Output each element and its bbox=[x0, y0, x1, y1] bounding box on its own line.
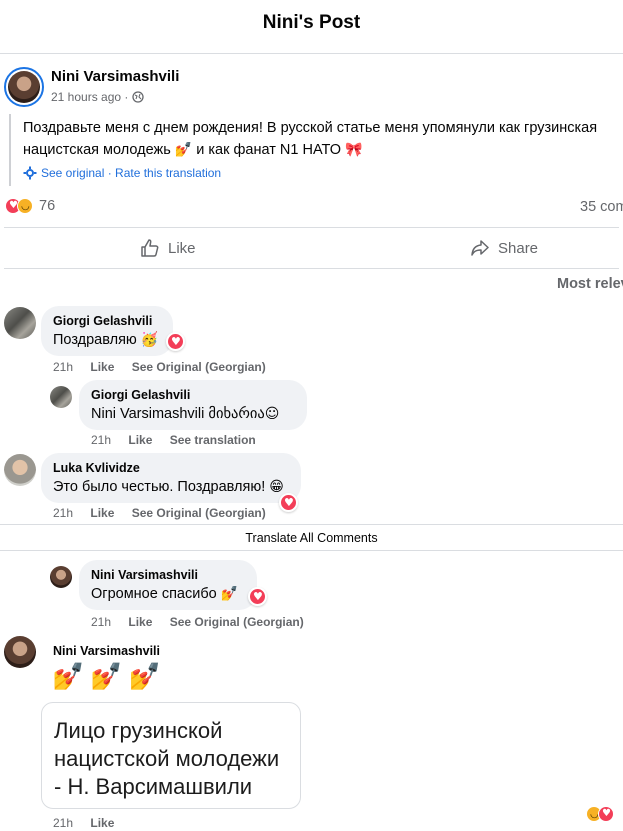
comment-author[interactable]: Giorgi Gelashvili bbox=[53, 314, 161, 328]
post-meta: 21 hours ago · bbox=[51, 90, 145, 104]
share-button[interactable]: Share bbox=[470, 238, 538, 258]
page-title: Nini's Post bbox=[262, 12, 361, 33]
comment-avatar[interactable] bbox=[4, 636, 36, 668]
comment-reactions[interactable] bbox=[586, 806, 614, 822]
grinning-emoji: 😁 bbox=[269, 479, 284, 495]
reaction-summary[interactable]: 76 bbox=[5, 198, 55, 214]
header-divider bbox=[0, 53, 623, 54]
comment-time[interactable]: 21h bbox=[53, 360, 73, 374]
image-text-line-3: - Н. Варсимашвили bbox=[54, 774, 253, 799]
see-original-link[interactable]: See Original (Georgian) bbox=[132, 506, 266, 520]
party-face-emoji: 🥳 bbox=[140, 332, 159, 348]
ribbon-emoji: 🎀 bbox=[345, 142, 363, 158]
see-original-link[interactable]: See Original (Georgian) bbox=[132, 360, 266, 374]
comment-author[interactable]: Luka Kvlividze bbox=[53, 461, 289, 475]
share-arrow-icon bbox=[471, 240, 489, 256]
comment-text: Поздравляю 🥳 bbox=[53, 332, 159, 348]
avatar-image bbox=[8, 71, 40, 103]
comment-count[interactable]: 35 com bbox=[580, 199, 623, 215]
comment-avatar[interactable] bbox=[4, 454, 36, 486]
nail-polish-emoji: 💅 bbox=[174, 142, 193, 158]
comment-time[interactable]: 21h bbox=[91, 615, 111, 629]
smiling-emoji: ☺ bbox=[264, 406, 280, 422]
like-label: Like bbox=[168, 239, 196, 257]
comment-author[interactable]: Giorgi Gelashvili bbox=[91, 388, 295, 402]
comment-time[interactable]: 21h bbox=[53, 816, 73, 830]
comment-time[interactable]: 21h bbox=[91, 433, 111, 447]
comment-text: Nini Varsimashvili მიხარია☺ bbox=[91, 406, 280, 422]
nail-polish-emoji: 💅 bbox=[220, 586, 239, 602]
comment-like-link[interactable]: Like bbox=[90, 816, 114, 830]
post-author-name[interactable]: Nini Varsimashvili bbox=[51, 68, 179, 85]
comment-avatar[interactable] bbox=[4, 307, 36, 339]
comment-like-link[interactable]: Like bbox=[128, 615, 152, 629]
post-text-line-1: Поздравьте меня с днем рождения! В русск… bbox=[23, 120, 598, 136]
translate-divider-top bbox=[0, 524, 623, 525]
heart-reaction-icon[interactable] bbox=[279, 493, 298, 512]
translation-bar bbox=[9, 114, 11, 186]
comment-author[interactable]: Nini Varsimashvili bbox=[53, 644, 160, 658]
like-thumb-icon bbox=[141, 239, 159, 257]
reply-bubble: Giorgi Gelashvili Nini Varsimashvili მიხ… bbox=[79, 380, 307, 430]
nail-polish-emojis: 💅💅💅 bbox=[52, 662, 168, 692]
share-label: Share bbox=[498, 239, 539, 257]
heart-reaction-icon[interactable] bbox=[248, 587, 267, 606]
reaction-count: 76 bbox=[39, 198, 56, 214]
author-avatar[interactable] bbox=[4, 67, 44, 107]
heart-reaction-icon bbox=[598, 806, 614, 822]
comment-actions: 21h Like bbox=[53, 816, 128, 830]
comment-like-link[interactable]: Like bbox=[128, 433, 152, 447]
translate-all-button[interactable]: Translate All Comments bbox=[0, 531, 623, 545]
like-button[interactable]: Like bbox=[140, 238, 196, 258]
actions-divider-top bbox=[4, 227, 619, 228]
actions-divider-bottom bbox=[4, 268, 619, 269]
translation-links: See original · Rate this translation bbox=[23, 166, 221, 180]
comment-author[interactable]: Nini Varsimashvili bbox=[91, 568, 245, 582]
haha-reaction-icon bbox=[17, 198, 33, 214]
comment-actions: 21h Like See translation bbox=[91, 433, 270, 447]
post-time[interactable]: 21 hours ago · bbox=[51, 90, 128, 104]
see-translation-link[interactable]: See translation bbox=[170, 433, 256, 447]
reply-bubble: Nini Varsimashvili Огромное спасибо 💅 bbox=[79, 560, 257, 610]
comment-bubble: Giorgi Gelashvili Поздравляю 🥳 bbox=[41, 306, 173, 356]
reply-avatar[interactable] bbox=[50, 386, 72, 408]
see-original-link[interactable]: See Original (Georgian) bbox=[170, 615, 304, 629]
comment-like-link[interactable]: Like bbox=[90, 360, 114, 374]
comment-bubble: Luka Kvlividze Это было честью. Поздравл… bbox=[41, 453, 301, 503]
sort-comments-dropdown[interactable]: Most relev bbox=[557, 276, 623, 292]
post-text-line-2: нацистская молодежь 💅 и как фанат N1 НАТ… bbox=[23, 142, 363, 158]
comment-actions: 21h Like See Original (Georgian) bbox=[53, 360, 280, 374]
comment-text: Огромное спасибо 💅 bbox=[91, 586, 239, 602]
gear-icon bbox=[23, 166, 37, 180]
post-text: Поздравьте меня с днем рождения! В русск… bbox=[23, 117, 623, 161]
image-text-line-2: нацистской молодежи bbox=[54, 746, 280, 771]
reply-avatar[interactable] bbox=[50, 566, 72, 588]
comment-time[interactable]: 21h bbox=[53, 506, 73, 520]
globe-icon bbox=[132, 91, 145, 103]
image-text-line-1: Лицо грузинской bbox=[54, 718, 223, 743]
comment-actions: 21h Like See Original (Georgian) bbox=[53, 506, 280, 520]
comment-actions: 21h Like See Original (Georgian) bbox=[91, 615, 318, 629]
comment-text: Это было честью. Поздравляю! 😁 bbox=[53, 479, 284, 495]
translate-divider-bottom bbox=[0, 550, 623, 551]
comment-like-link[interactable]: Like bbox=[90, 506, 114, 520]
heart-reaction-icon[interactable] bbox=[166, 332, 185, 351]
see-original-link[interactable]: See original · Rate this translation bbox=[41, 166, 221, 180]
comment-image-card[interactable]: Лицо грузинской нацистской молодежи - Н.… bbox=[41, 702, 301, 809]
